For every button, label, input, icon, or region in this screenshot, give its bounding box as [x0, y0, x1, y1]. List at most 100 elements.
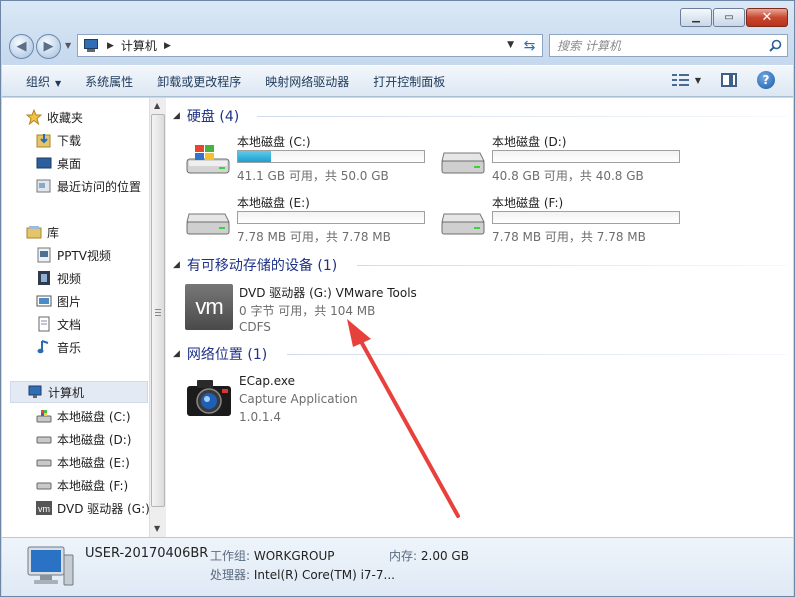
svg-text:vm: vm [38, 504, 50, 514]
view-dropdown-icon[interactable]: ▼ [695, 76, 701, 85]
drive-label: 本地磁盘 (E:) [237, 196, 310, 210]
sidebar-label: 桌面 [57, 156, 82, 171]
drive-c[interactable]: 本地磁盘 (C:) 41.1 GB 可用，共 50.0 GB [185, 133, 435, 189]
memory-label: 内存: [389, 549, 418, 563]
camera-icon [187, 380, 231, 416]
organize-button[interactable]: 组织 ▼ [26, 73, 61, 90]
search-input[interactable]: 搜索 计算机 [549, 34, 788, 57]
explorer-window: ▁ ▭ ✕ ◀ ▶ ▼ ▶ 计算机 ▶ ▼ ⇆ 搜索 计算机 组织 ▼ 系统属性 … [0, 0, 795, 597]
sidebar-label: 最近访问的位置 [57, 179, 142, 194]
sidebar-label: 视频 [57, 271, 82, 286]
system-drive-icon [186, 145, 230, 174]
minimize-button[interactable]: ▁ [680, 8, 712, 27]
open-control-panel-button[interactable]: 打开控制面板 [373, 73, 445, 90]
computer-icon [27, 546, 74, 586]
system-properties-button[interactable]: 系统属性 [85, 73, 133, 90]
sidebar-label: 本地磁盘 (E:) [57, 455, 130, 470]
computer-icon [82, 38, 100, 53]
back-button[interactable]: ◀ [9, 34, 34, 59]
scroll-up-icon[interactable]: ▲ [154, 101, 160, 110]
collapse-triangle-icon[interactable]: ◢ [173, 111, 180, 121]
workgroup-label: 工作组: [210, 549, 251, 563]
group-divider [257, 116, 787, 117]
map-network-drive-button[interactable]: 映射网络驱动器 [265, 73, 349, 90]
vmware-logo-icon: vm [185, 284, 233, 330]
close-button[interactable]: ✕ [746, 8, 788, 27]
recent-pages-dropdown[interactable]: ▼ [65, 41, 71, 50]
help-icon[interactable]: ? [757, 71, 775, 89]
drive-space-text: 41.1 GB 可用，共 50.0 GB [237, 169, 389, 183]
library-icon [26, 224, 42, 240]
group-header-hard-disks[interactable]: ◢ 硬盘 (4) [173, 106, 239, 126]
recent-places-icon [36, 178, 52, 194]
sidebar-scrollbar[interactable]: ▲ ▼ [149, 98, 166, 537]
drive-space-text: 7.78 MB 可用，共 7.78 MB [237, 230, 391, 244]
forward-button[interactable]: ▶ [36, 34, 61, 59]
film-icon [36, 270, 52, 286]
group-title: 网络位置 (1) [186, 347, 268, 363]
sidebar-label: 图片 [57, 294, 82, 309]
drive-space-text: 40.8 GB 可用，共 40.8 GB [492, 169, 644, 183]
collapse-triangle-icon[interactable]: ◢ [173, 260, 180, 270]
group-header-removable[interactable]: ◢ 有可移动存储的设备 (1) [173, 255, 337, 275]
uninstall-program-button[interactable]: 卸载或更改程序 [157, 73, 241, 90]
dvd-drive-item[interactable]: vm DVD 驱动器 (G:) VMware Tools 0 字节 可用，共 1… [185, 284, 445, 334]
hard-drive-icon [36, 431, 52, 447]
drive-label: 本地磁盘 (C:) [237, 135, 311, 149]
network-item-name: ECap.exe [239, 374, 296, 388]
maximize-button[interactable]: ▭ [713, 8, 745, 27]
sidebar-label: 音乐 [57, 340, 82, 355]
scroll-down-icon[interactable]: ▼ [154, 524, 160, 533]
group-divider [357, 265, 787, 266]
breadcrumb-chevron-icon[interactable]: ▶ [164, 41, 171, 51]
network-item-version: 1.0.1.4 [239, 410, 281, 424]
organize-label: 组织 [26, 74, 51, 89]
title-buttons: ▁ ▭ ✕ [679, 8, 788, 27]
drive-usage-bar [492, 150, 680, 163]
refresh-button[interactable]: ⇆ [517, 34, 543, 57]
sidebar-label: 收藏夹 [47, 110, 84, 125]
search-icon[interactable] [769, 39, 782, 52]
sidebar-label: DVD 驱动器 (G:) [57, 501, 150, 516]
processor-value: Intel(R) Core(TM) i7-7... [253, 568, 395, 582]
content-area: 收藏夹 下载 桌面 最近访问的位置 库 PPTV视频 视频 图片 文档 音乐 计… [2, 98, 793, 537]
hard-drive-icon [36, 454, 52, 470]
drive-usage-bar [492, 211, 680, 224]
sidebar-label: 库 [47, 225, 60, 240]
hard-drive-icon [36, 477, 52, 493]
dvd-filesystem: CDFS [239, 320, 271, 334]
sidebar-item-computer[interactable]: 计算机 [10, 381, 148, 403]
sidebar-label: 计算机 [48, 385, 85, 400]
drive-e[interactable]: 本地磁盘 (E:) 7.78 MB 可用，共 7.78 MB [185, 194, 435, 250]
group-title: 硬盘 (4) [186, 109, 240, 125]
sidebar-label: PPTV视频 [57, 248, 112, 263]
dvd-space-text: 0 字节 可用，共 104 MB [239, 304, 376, 318]
navigation-pane: 收藏夹 下载 桌面 最近访问的位置 库 PPTV视频 视频 图片 文档 音乐 计… [2, 98, 150, 537]
breadcrumb-computer[interactable]: 计算机 [121, 37, 157, 54]
drive-d[interactable]: 本地磁盘 (D:) 40.8 GB 可用，共 40.8 GB [440, 133, 690, 189]
breadcrumb-chevron-icon[interactable]: ▶ [107, 41, 114, 51]
group-header-network[interactable]: ◢ 网络位置 (1) [173, 344, 267, 364]
hard-drive-icon [441, 152, 485, 174]
drive-f[interactable]: 本地磁盘 (F:) 7.78 MB 可用，共 7.78 MB [440, 194, 690, 250]
drive-space-text: 7.78 MB 可用，共 7.78 MB [492, 230, 646, 244]
computer-icon [27, 384, 43, 400]
sidebar-label: 文档 [57, 317, 82, 332]
network-location-item[interactable]: ECap.exe Capture Application 1.0.1.4 [185, 374, 445, 426]
sidebar-label: 本地磁盘 (C:) [57, 409, 131, 424]
change-view-icon[interactable] [671, 72, 690, 88]
drive-label: 本地磁盘 (F:) [492, 196, 564, 210]
video-folder-icon [36, 247, 52, 263]
command-bar: 组织 ▼ 系统属性 卸载或更改程序 映射网络驱动器 打开控制面板 ▼ ? [2, 65, 793, 97]
processor-label: 处理器: [210, 568, 251, 582]
address-bar[interactable]: ▶ 计算机 ▶ ▼ [77, 34, 521, 57]
dvd-name: DVD 驱动器 (G:) VMware Tools [239, 286, 417, 300]
collapse-triangle-icon[interactable]: ◢ [173, 349, 180, 359]
vmware-icon: vm [36, 500, 52, 516]
scroll-thumb[interactable] [151, 114, 165, 507]
address-dropdown-icon[interactable]: ▼ [507, 40, 514, 50]
drive-usage-bar [237, 211, 425, 224]
sidebar-label: 本地磁盘 (F:) [57, 478, 129, 493]
vmware-logo-text: vm [195, 294, 223, 319]
preview-pane-icon[interactable] [721, 73, 737, 87]
